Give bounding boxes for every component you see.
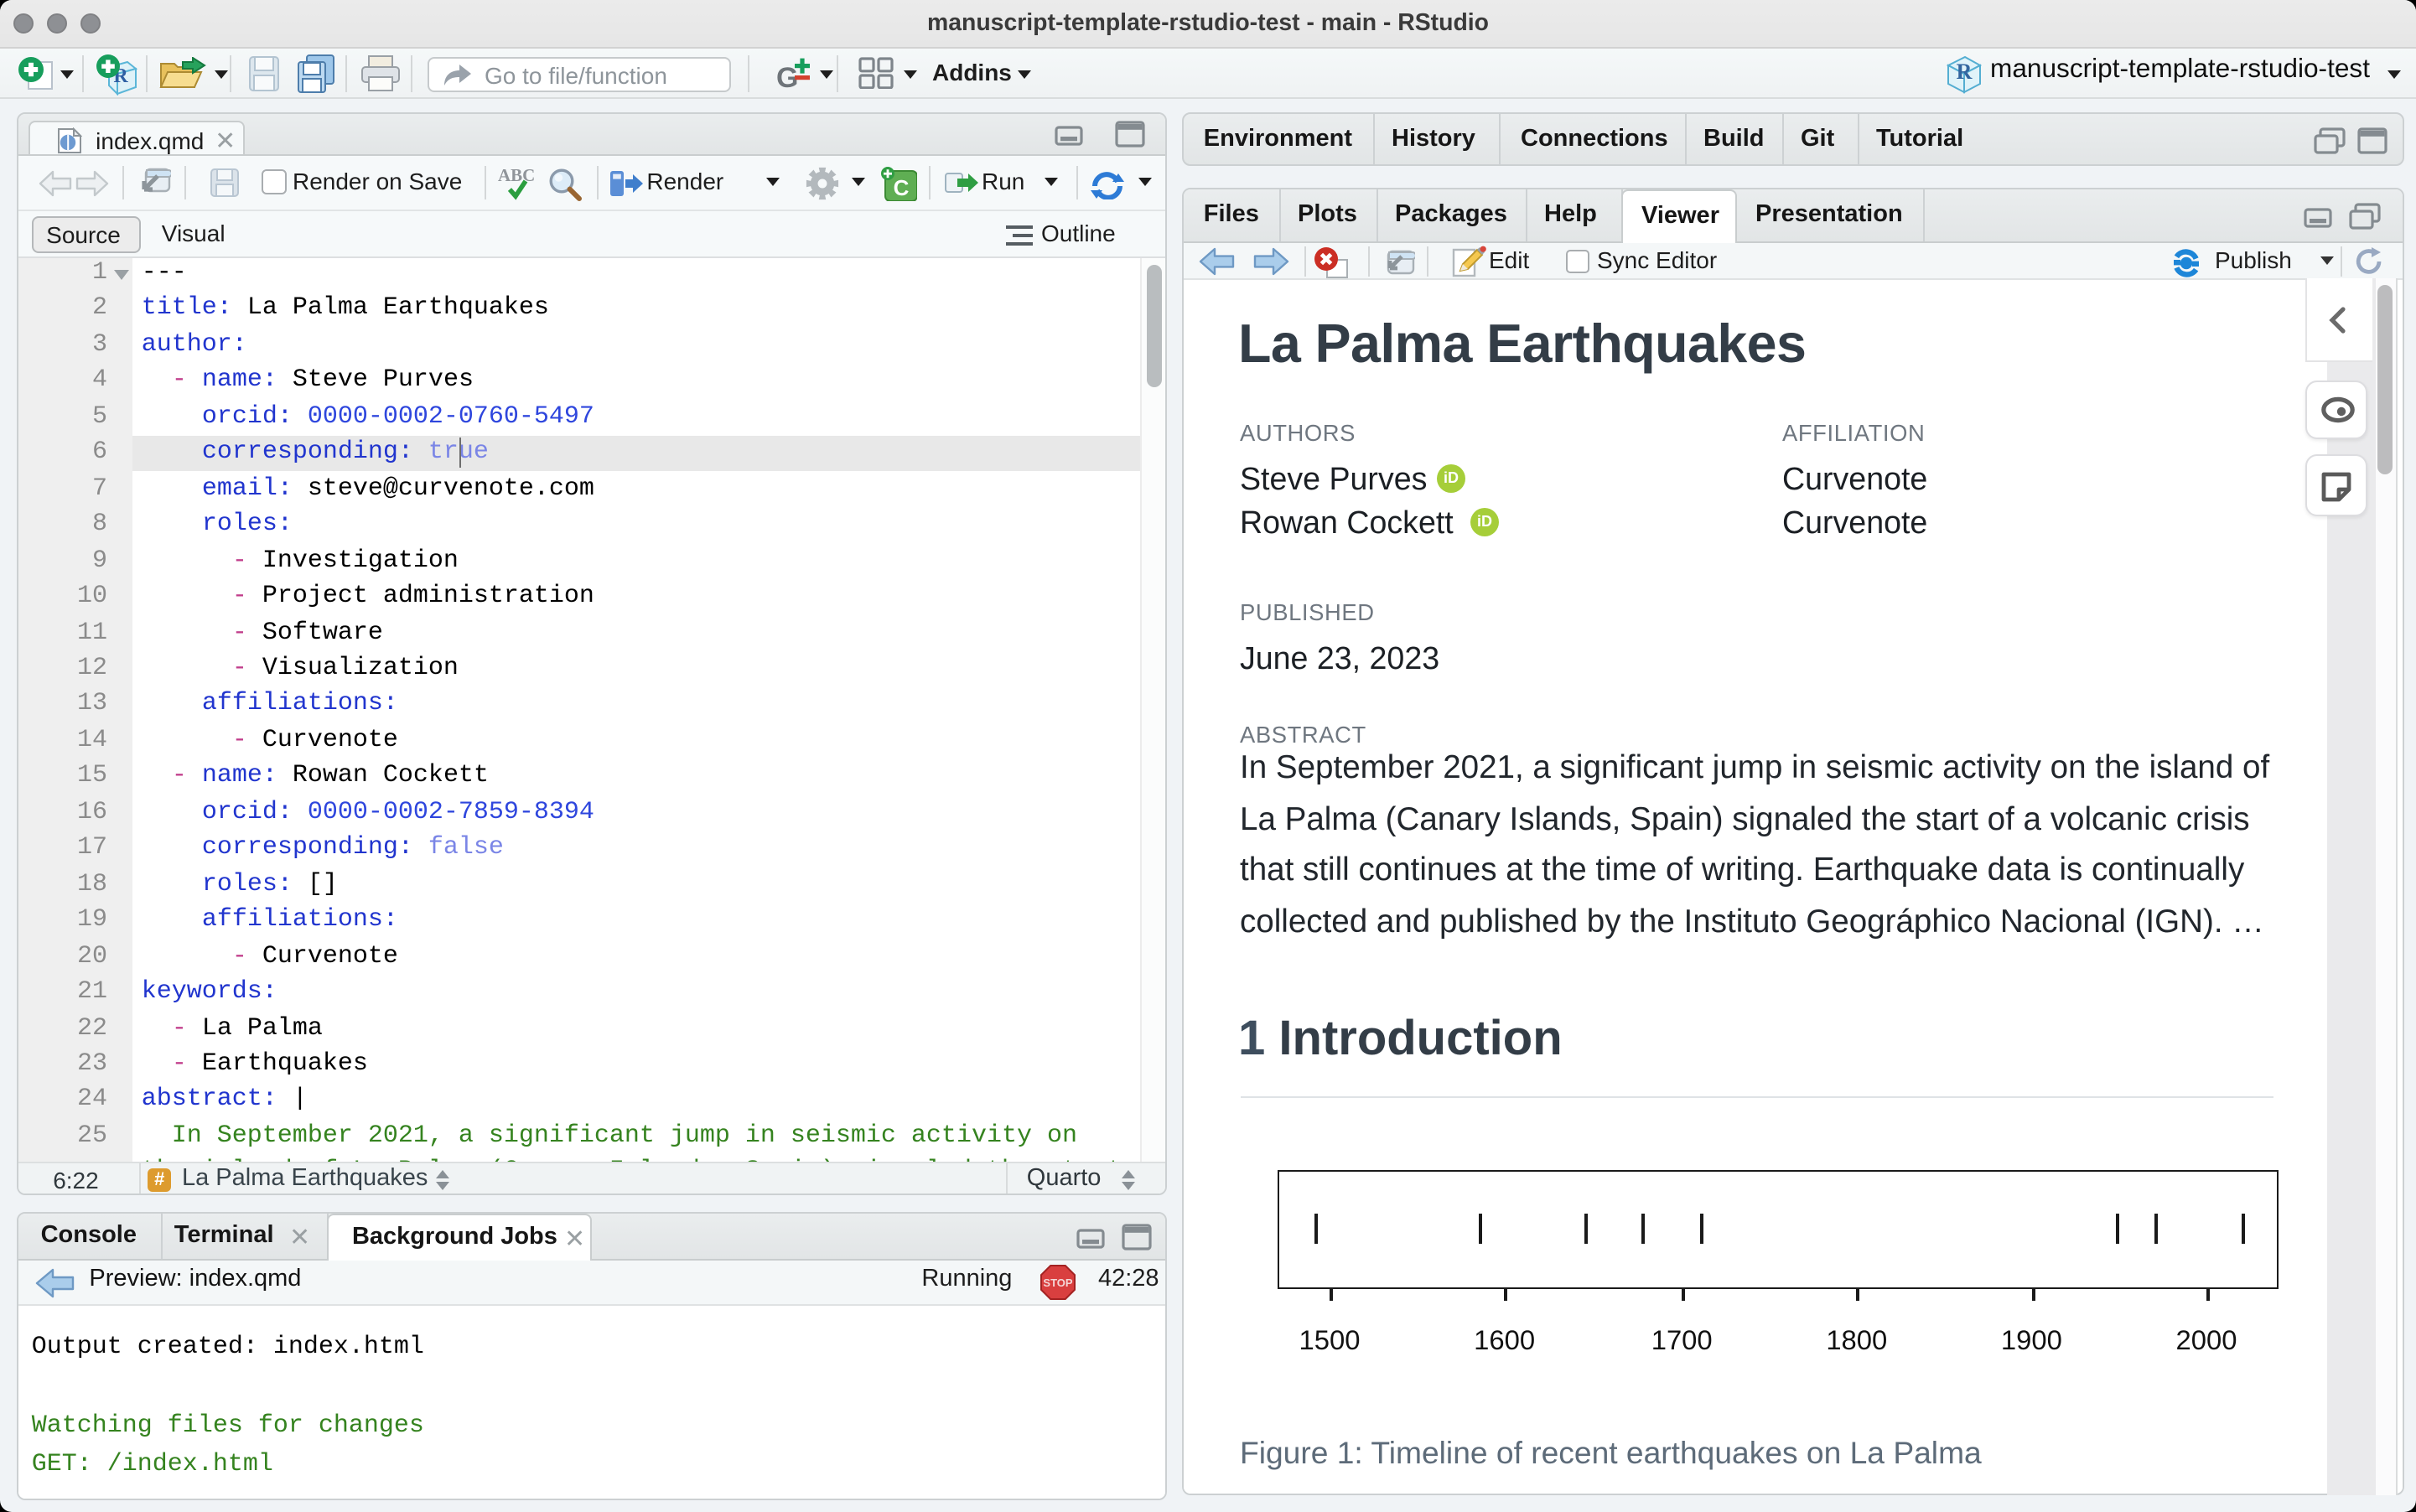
svg-text:R: R (1957, 60, 1973, 84)
svg-text:STOP: STOP (1043, 1277, 1072, 1290)
svg-text:C: C (894, 175, 910, 200)
svg-text:ABC: ABC (498, 165, 535, 184)
